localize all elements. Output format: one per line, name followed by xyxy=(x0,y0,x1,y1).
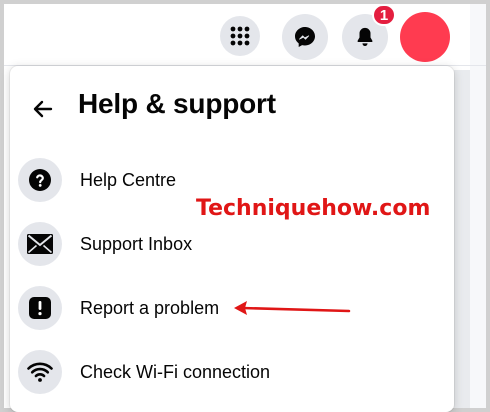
question-icon xyxy=(29,169,51,191)
wifi-icon xyxy=(27,362,53,382)
menu-icon-circle xyxy=(18,350,62,394)
panel-title: Help & support xyxy=(78,88,276,119)
notifications-count-badge: 1 xyxy=(372,4,396,26)
scroll-track[interactable] xyxy=(454,70,470,408)
menu-icon-circle xyxy=(18,286,62,330)
menu-item-label: Help Centre xyxy=(80,169,177,190)
messenger-icon xyxy=(295,27,315,47)
page-background-strip xyxy=(470,4,486,408)
annotation-arrow-icon xyxy=(234,301,351,315)
menu-grid-icon xyxy=(230,26,250,46)
menu-item-label: Support Inbox xyxy=(80,233,193,254)
back-arrow-icon xyxy=(33,100,53,118)
account-avatar[interactable] xyxy=(400,12,450,62)
menu-item-report-problem[interactable]: Report a problem xyxy=(18,282,438,334)
bell-icon xyxy=(357,27,373,46)
back-button[interactable] xyxy=(28,94,58,124)
site-watermark: Techniquehow.com xyxy=(196,196,431,221)
exclamation-icon xyxy=(29,297,51,319)
menu-item-support-inbox[interactable]: Support Inbox xyxy=(18,218,438,270)
envelope-icon xyxy=(27,234,53,254)
menu-icon-circle xyxy=(18,158,62,202)
menu-item-label: Report a problem xyxy=(80,297,220,318)
menu-button[interactable] xyxy=(220,16,260,56)
messenger-button[interactable] xyxy=(282,14,328,60)
menu-item-label: Check Wi-Fi connection xyxy=(80,361,271,382)
menu-item-check-wifi[interactable]: Check Wi-Fi connection xyxy=(18,346,438,398)
menu-icon-circle xyxy=(18,222,62,266)
